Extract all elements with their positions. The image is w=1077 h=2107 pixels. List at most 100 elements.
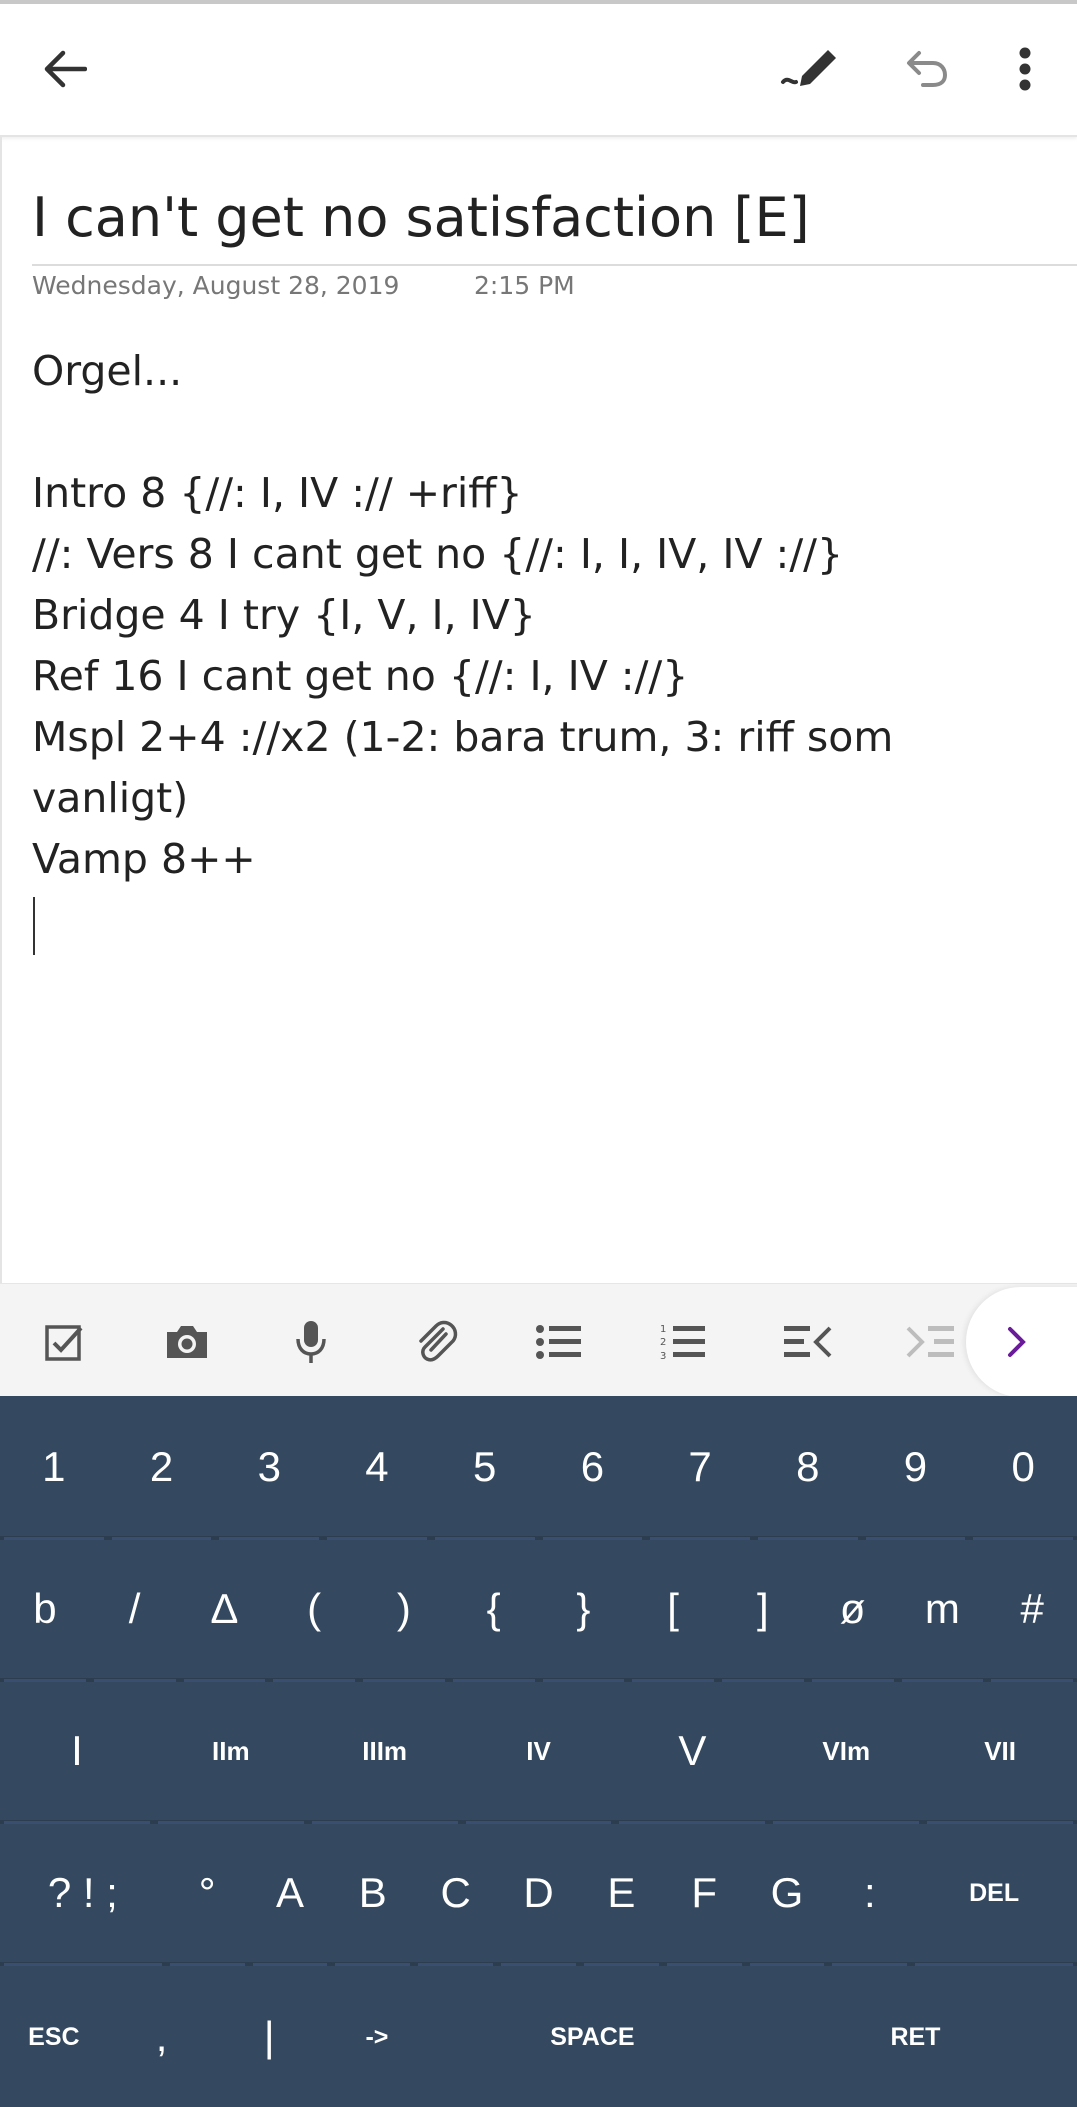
key[interactable]: 2 [108,1398,216,1540]
formatting-toolbar: 1 2 3 [0,1283,1077,1397]
key[interactable]: E [580,1824,663,1966]
delete-key[interactable]: DEL [911,1824,1077,1966]
note-time: 2:15 PM [474,271,575,300]
svg-text:2: 2 [660,1337,666,1348]
note-line: Intro 8 {//: I, IV :// +riff} [32,469,523,517]
key[interactable]: F [663,1824,746,1966]
key[interactable]: , [108,1966,216,2107]
key[interactable]: A [249,1824,332,1966]
key[interactable]: ° [166,1824,249,1966]
note-line: Vamp 8++ [32,835,256,883]
key-chord[interactable]: VII [923,1682,1077,1824]
attach-button[interactable] [404,1310,468,1374]
note-line: Orgel... [32,347,183,395]
key[interactable]: { [449,1540,539,1682]
keyboard-row-chords: I IIm IIIm IV V VIm VII [0,1682,1077,1824]
key[interactable]: | [215,1966,323,2107]
keyboard-row-symbols: b / Δ ( ) { } [ ] ø m # [0,1540,1077,1682]
note-editor-screen: I can't get no satisfaction [E] Wednesda… [0,0,1077,2107]
outdent-button[interactable] [775,1310,839,1374]
arrow-left-icon [44,50,87,88]
pen-mode-button[interactable] [775,34,845,104]
text-cursor [33,897,35,955]
top-app-bar [0,0,1077,137]
key[interactable]: 9 [862,1398,970,1540]
arrow-key[interactable]: -> [323,1966,431,2107]
key[interactable]: 8 [754,1398,862,1540]
note-body-editor[interactable]: Orgel... Intro 8 {//: I, IV :// +riff} /… [32,341,1062,890]
key[interactable]: } [539,1540,629,1682]
note-line: Mspl 2+4 ://x2 (1-2: bara trum, 3: riff … [32,713,894,761]
undo-button[interactable] [892,34,962,104]
numbered-list-button[interactable]: 1 2 3 [651,1310,715,1374]
key[interactable]: 6 [539,1398,647,1540]
key[interactable]: b [0,1540,90,1682]
toolbar-scroll-button[interactable] [966,1287,1077,1397]
chevron-right-icon [1008,1327,1026,1357]
camera-button[interactable] [155,1310,219,1374]
microphone-button[interactable] [279,1310,343,1374]
keyboard-row-actions: ESC , | -> SPACE RET [0,1966,1077,2107]
key[interactable]: ] [718,1540,808,1682]
bullet-list-button[interactable] [527,1310,591,1374]
note-page: I can't get no satisfaction [E] Wednesda… [0,137,1077,1283]
key[interactable]: C [414,1824,497,1966]
key[interactable]: 5 [431,1398,539,1540]
indent-button[interactable] [899,1310,963,1374]
key[interactable]: : [828,1824,911,1966]
more-vertical-icon [1019,47,1031,91]
title-divider [32,264,1077,266]
escape-key[interactable]: ESC [0,1966,108,2107]
indent-icon [906,1326,954,1358]
note-line: //: Vers 8 I cant get no {//: I, I, IV, … [32,530,844,578]
svg-text:3: 3 [660,1351,666,1362]
key[interactable]: m [898,1540,988,1682]
keyboard-row-notes: ? ! ; ° A B C D E F G : DEL [0,1824,1077,1966]
note-line: vanligt) [32,774,189,822]
keyboard-row-numbers: 1 2 3 4 5 6 7 8 9 0 [0,1398,1077,1540]
key[interactable]: D [497,1824,580,1966]
bullet-list-icon [536,1325,581,1359]
numbered-list-icon: 1 2 3 [660,1324,705,1362]
pen-icon [781,50,836,86]
more-options-button[interactable] [990,34,1060,104]
key[interactable]: # [987,1540,1077,1682]
key[interactable]: 0 [969,1398,1077,1540]
note-line [32,402,1062,463]
key[interactable]: Δ [180,1540,270,1682]
note-date: Wednesday, August 28, 2019 [32,271,400,300]
key-chord[interactable]: VIm [769,1682,923,1824]
key-chord[interactable]: IIIm [308,1682,462,1824]
back-button[interactable] [30,34,100,104]
key[interactable]: / [90,1540,180,1682]
key[interactable]: B [331,1824,414,1966]
chord-keyboard: 1 2 3 4 5 6 7 8 9 0 b / Δ ( ) { } [ ] ø … [0,1396,1077,2107]
key-chord[interactable]: V [615,1682,769,1824]
note-line: Ref 16 I cant get no {//: I, IV ://} [32,652,689,700]
camera-icon [167,1326,207,1358]
checkbox-icon [45,1325,83,1361]
key[interactable]: 7 [646,1398,754,1540]
key[interactable]: 1 [0,1398,108,1540]
space-key[interactable]: SPACE [431,1966,754,2107]
return-key[interactable]: RET [754,1966,1077,2107]
key-chord[interactable]: I [0,1682,154,1824]
key[interactable]: ø [808,1540,898,1682]
key[interactable]: [ [628,1540,718,1682]
note-title[interactable]: I can't get no satisfaction [E] [32,183,1072,253]
key[interactable]: ? ! ; [0,1824,166,1966]
paperclip-icon [419,1320,458,1362]
key[interactable]: G [746,1824,829,1966]
key[interactable]: 3 [215,1398,323,1540]
key[interactable]: ( [269,1540,359,1682]
note-line: Bridge 4 I try {I, V, I, IV} [32,591,536,639]
checkbox-button[interactable] [32,1310,96,1374]
key[interactable]: 4 [323,1398,431,1540]
key[interactable]: ) [359,1540,449,1682]
outdent-icon [784,1326,832,1358]
key-chord[interactable]: IV [462,1682,616,1824]
svg-text:1: 1 [660,1324,666,1335]
microphone-icon [296,1321,326,1363]
undo-icon [907,51,948,87]
key-chord[interactable]: IIm [154,1682,308,1824]
